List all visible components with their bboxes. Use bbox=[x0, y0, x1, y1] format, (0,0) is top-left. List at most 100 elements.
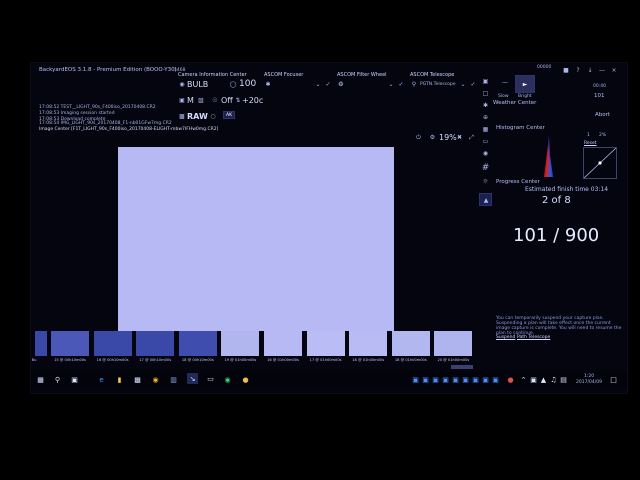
store-icon[interactable]: ▩ bbox=[133, 375, 142, 384]
thumbnail[interactable] bbox=[349, 331, 388, 356]
bright-button[interactable]: ► bbox=[515, 75, 535, 93]
image-center-label: Image Center [F1T_LIGHT_90s_F400iso_2017… bbox=[39, 127, 219, 132]
monitor-icon[interactable]: ▭ bbox=[481, 137, 490, 146]
tray-icon-8[interactable]: ▣ bbox=[481, 375, 490, 384]
mirror-icon: ▧ bbox=[198, 96, 204, 104]
thumbnail[interactable] bbox=[264, 331, 302, 356]
thumbnail[interactable] bbox=[391, 331, 430, 356]
tray-icon-4[interactable]: ▣ bbox=[441, 375, 450, 384]
telescope-dropdown-icon[interactable]: ⌄ bbox=[459, 80, 467, 88]
wb-value[interactable]: Off bbox=[221, 96, 233, 105]
thumbnail[interactable] bbox=[93, 331, 132, 356]
thumbnail[interactable] bbox=[51, 331, 89, 356]
download-icon[interactable]: ↓ bbox=[586, 66, 594, 74]
histogram-scale-2[interactable]: 2% bbox=[599, 133, 606, 138]
close-icon[interactable]: × bbox=[610, 66, 618, 74]
tray-icon-3[interactable]: ▣ bbox=[431, 375, 440, 384]
app-icon[interactable]: ▥ bbox=[169, 375, 178, 384]
tray-icon-7[interactable]: ▣ bbox=[471, 375, 480, 384]
minimize-icon[interactable]: — bbox=[598, 66, 606, 74]
histogram-graph bbox=[540, 131, 560, 177]
taskbar: ▦ ⚲ ▣ e ▮ ▩ ◉ ▥ ↘ ▭ ◉ ● ▣ ▣ ▣ ▣ ▣ ▣ ▣ ▣ … bbox=[31, 371, 627, 389]
slow-icon[interactable]: — bbox=[500, 79, 510, 86]
program-mode[interactable]: M bbox=[187, 96, 194, 105]
chevron-up-icon[interactable]: ⌃ bbox=[519, 375, 528, 384]
lock-icon[interactable]: ■ bbox=[562, 66, 570, 74]
yellow-app-icon[interactable]: ● bbox=[241, 375, 250, 384]
thumbnail-strip: Bu 15 @ 00h10m00s 16 @ 00h10m00s 17 @ 00h1… bbox=[32, 331, 475, 365]
telescope-connect-icon[interactable]: ✓ bbox=[469, 80, 477, 88]
settings-icon[interactable]: ✱ bbox=[481, 101, 490, 110]
thumbnail[interactable] bbox=[221, 331, 260, 356]
capture-icon[interactable]: ▣ bbox=[481, 77, 490, 86]
task-view-icon[interactable]: ▣ bbox=[70, 375, 79, 384]
tray-icon-10[interactable]: ▣ bbox=[529, 375, 538, 384]
focuser-connect-icon[interactable]: ✓ bbox=[324, 80, 332, 88]
tray-icon-red[interactable]: ● bbox=[506, 375, 515, 384]
edge-icon[interactable]: e bbox=[97, 375, 106, 384]
windows-start-icon[interactable]: ▦ bbox=[36, 375, 45, 384]
thumbnail[interactable] bbox=[178, 331, 217, 356]
thumbnail-label: 16 @ 00h10m00s bbox=[96, 358, 129, 362]
suspend-link[interactable]: Suspend bbox=[496, 335, 515, 340]
temperature-icon: ⇅ bbox=[235, 96, 241, 104]
backyardeos-taskbar-icon[interactable]: ↘ bbox=[187, 373, 198, 384]
main-image[interactable] bbox=[118, 147, 394, 331]
green-app-icon[interactable]: ◉ bbox=[223, 375, 232, 384]
monitor-taskbar-icon[interactable]: ▭ bbox=[205, 373, 216, 384]
volume-icon[interactable]: ♫ bbox=[549, 375, 558, 384]
network-icon[interactable]: ▲ bbox=[539, 375, 548, 384]
focuser-dropdown-icon[interactable]: ⌄ bbox=[314, 80, 322, 88]
clock-date[interactable]: 2017/04/09 bbox=[576, 380, 602, 385]
frame-icon[interactable]: □ bbox=[481, 89, 490, 98]
weather-center-label: Weather Center bbox=[493, 100, 537, 106]
focus-icon[interactable]: ◉ bbox=[481, 149, 490, 158]
abort-button[interactable]: Abort bbox=[595, 112, 610, 118]
histogram-reset[interactable]: Reset bbox=[584, 141, 597, 146]
search-icon[interactable]: ⚲ bbox=[53, 375, 62, 384]
histogram-label: Histogram Center bbox=[496, 125, 545, 131]
day-icon[interactable]: ☼ bbox=[481, 177, 490, 186]
shutter-mode[interactable]: BULB bbox=[187, 80, 208, 89]
chrome-icon[interactable]: ◉ bbox=[151, 375, 160, 384]
thumbnail-partial-label: Bu bbox=[31, 358, 37, 362]
histogram-scale-1[interactable]: 1 bbox=[587, 133, 590, 138]
tray-icon-5[interactable]: ▣ bbox=[451, 375, 460, 384]
filter-wheel-icon[interactable]: ❂ bbox=[337, 80, 345, 88]
fit-icon[interactable]: ✖ bbox=[455, 133, 464, 142]
language-icon[interactable]: ▤ bbox=[559, 375, 568, 384]
thumbnail-label: 20 @ 01h00m00s bbox=[437, 358, 470, 362]
file-explorer-icon[interactable]: ▮ bbox=[115, 375, 124, 384]
thumbnail-scrollbar[interactable] bbox=[451, 365, 473, 369]
grid-icon[interactable]: # bbox=[481, 163, 490, 173]
tray-icon-9[interactable]: ▣ bbox=[491, 375, 500, 384]
planning-icon[interactable]: ▦ bbox=[481, 125, 490, 134]
filter-connect-icon[interactable]: ✓ bbox=[397, 80, 405, 88]
thumbnail[interactable] bbox=[136, 331, 175, 356]
format-badge: AK bbox=[223, 111, 235, 119]
help-icon[interactable]: ? bbox=[574, 66, 582, 74]
telescope-name[interactable]: PGTN.Telescope bbox=[420, 82, 456, 87]
notification-icon[interactable]: □ bbox=[609, 375, 618, 384]
power-icon[interactable]: ⏻ bbox=[414, 133, 423, 142]
tray-icon-2[interactable]: ▣ bbox=[421, 375, 430, 384]
thumbnail-label: 16 @ 01h00m00s bbox=[267, 358, 299, 362]
focuser-gear-icon[interactable]: ✱ bbox=[264, 80, 272, 88]
iso-value[interactable]: 100 bbox=[239, 79, 256, 89]
filter-dropdown-icon[interactable]: ⌄ bbox=[387, 80, 395, 88]
image-view-button[interactable]: ▲ bbox=[479, 193, 492, 206]
thumbnail[interactable] bbox=[434, 331, 473, 356]
tray-icon-6[interactable]: ▣ bbox=[461, 375, 470, 384]
log-line-4: 17:08:54 IMG_LIGHT_90s_20170408_F1-nb01G… bbox=[39, 121, 172, 126]
thumbnail-partial[interactable] bbox=[35, 331, 47, 356]
target-icon[interactable]: ⊕ bbox=[481, 113, 490, 122]
curve-graph[interactable] bbox=[583, 147, 617, 179]
clock-time[interactable]: 1:20 bbox=[584, 374, 594, 379]
tray-icon-1[interactable]: ▣ bbox=[411, 375, 420, 384]
file-format[interactable]: RAW bbox=[187, 112, 208, 121]
path-telescope-link[interactable]: Path Telescope bbox=[517, 335, 550, 340]
fullscreen-icon[interactable]: ⤢ bbox=[467, 133, 476, 142]
thumbnail[interactable] bbox=[306, 331, 345, 356]
zoom-icon[interactable]: ⚙ bbox=[428, 133, 437, 142]
telescope-icon[interactable]: ⚲ bbox=[410, 80, 418, 88]
